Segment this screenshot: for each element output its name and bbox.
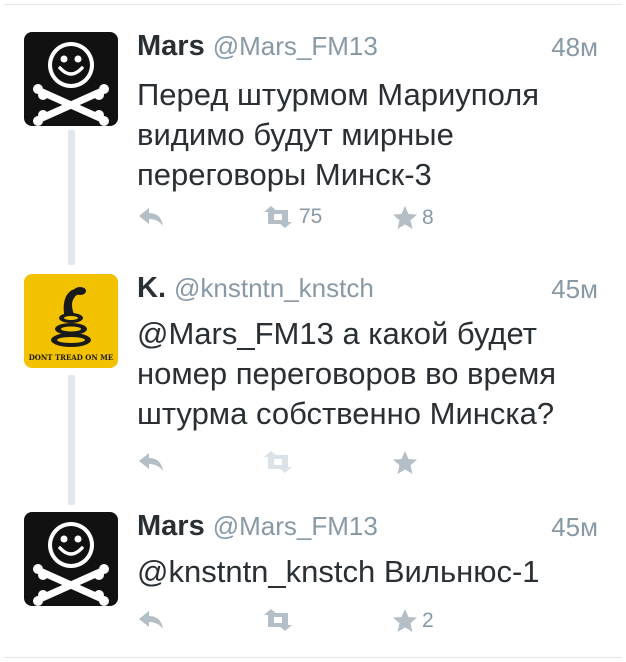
- author-handle[interactable]: @Mars_FM13: [213, 511, 378, 541]
- author-name[interactable]: Mars: [137, 510, 205, 542]
- tweet[interactable]: DONT TREAD ON ME K. @knstntn_knstch 45м @…: [0, 272, 626, 487]
- author-name[interactable]: Mars: [137, 30, 205, 62]
- favorite-count: 2: [422, 609, 434, 632]
- avatar-caption: DONT TREAD ON ME: [28, 353, 114, 362]
- favorite-button[interactable]: 2: [392, 608, 434, 634]
- favorite-button[interactable]: [392, 450, 422, 476]
- reply-icon: [139, 453, 163, 471]
- tweet-actions: 2: [137, 608, 557, 638]
- author-handle[interactable]: @knstntn_knstch: [174, 273, 374, 303]
- reply-icon: [139, 611, 163, 629]
- timestamp[interactable]: 48м: [551, 32, 598, 63]
- author-handle[interactable]: @Mars_FM13: [213, 31, 378, 61]
- timestamp[interactable]: 45м: [551, 274, 598, 305]
- reply-icon: [139, 208, 163, 226]
- favorite-button[interactable]: 8: [392, 205, 434, 231]
- tweet[interactable]: Mars @Mars_FM13 45м @knstntn_knstch Вильн…: [0, 510, 626, 650]
- reply-button[interactable]: [137, 450, 165, 474]
- retweet-button[interactable]: [261, 450, 299, 474]
- retweet-icon: [264, 206, 292, 228]
- tweet-actions: [137, 450, 557, 480]
- tweet-header: K. @knstntn_knstch 45м: [137, 272, 598, 306]
- tweet-header: Mars @Mars_FM13 45м: [137, 510, 598, 544]
- author-name[interactable]: K.: [137, 272, 166, 304]
- star-icon: [393, 451, 417, 474]
- retweet-count: 75: [299, 205, 323, 228]
- tweet-header: Mars @Mars_FM13 48м: [137, 30, 598, 64]
- tweet[interactable]: Mars @Mars_FM13 48м Перед штурмом Мариупо…: [0, 30, 626, 245]
- tweet-actions: 75 8: [137, 205, 557, 235]
- retweet-button[interactable]: 75: [261, 205, 322, 229]
- avatar[interactable]: DONT TREAD ON ME: [24, 274, 118, 368]
- retweet-button[interactable]: [261, 608, 299, 632]
- tweet-text: @Mars_FM13 а какой будет номер переговор…: [137, 316, 557, 431]
- favorite-count: 8: [422, 206, 434, 229]
- avatar[interactable]: [24, 32, 118, 126]
- timestamp[interactable]: 45м: [551, 512, 598, 543]
- star-icon: [393, 206, 417, 229]
- star-icon: [393, 609, 417, 632]
- tweet-text: @knstntn_knstch Вильнюс-1: [137, 554, 540, 589]
- reply-button[interactable]: [137, 608, 165, 632]
- jolly-roger-smiley-icon: [24, 512, 118, 606]
- tweet-text: Перед штурмом Мариуполя видимо будут мир…: [137, 77, 540, 192]
- retweet-icon: [264, 451, 292, 473]
- retweet-icon: [264, 609, 292, 631]
- reply-button[interactable]: [137, 205, 165, 229]
- avatar[interactable]: [24, 512, 118, 606]
- jolly-roger-smiley-icon: [24, 32, 118, 126]
